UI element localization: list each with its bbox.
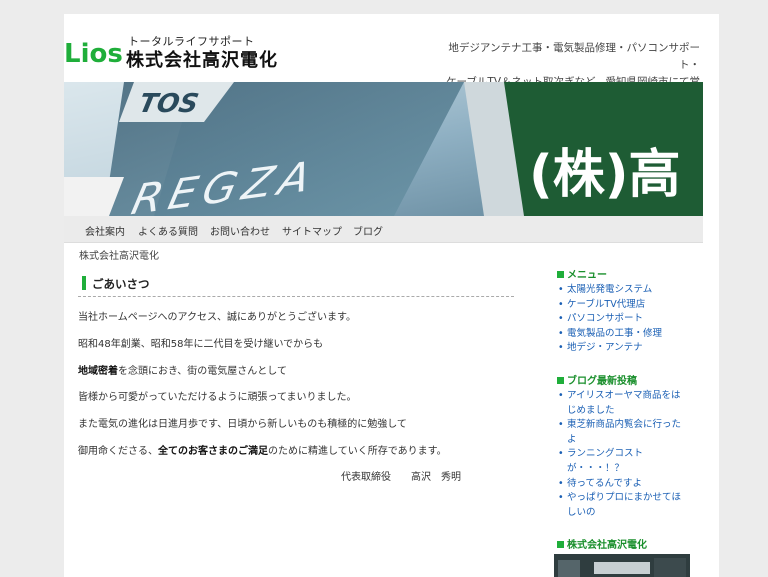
square-bullet-icon	[557, 377, 564, 384]
blog-post-title[interactable]: やっぱりプロにまかせてほ	[567, 492, 681, 503]
sidebar-menu-heading: メニュー	[557, 266, 607, 281]
signature: 代表取締役 高沢 秀明	[341, 472, 461, 483]
paragraph-text: 御用命くださる、	[78, 446, 158, 457]
paragraph-text: のために精進していく所存であります。	[268, 446, 447, 457]
greeting-paragraph-2: 昭和48年創業、昭和58年に二代目を受け継いでからも	[78, 339, 324, 350]
blog-post-title[interactable]: しいの	[567, 507, 596, 518]
blog-post-link[interactable]: ランニングコストが・・・！？	[554, 447, 702, 476]
sidebar-blog-heading: ブログ最新投稿	[557, 372, 637, 387]
lios-logo[interactable]: Lios	[64, 32, 122, 72]
heading-accent-bar	[82, 276, 86, 290]
breadcrumb: 株式会社高沢電化	[79, 251, 159, 262]
blog-post-link[interactable]: 待ってるんですよ	[554, 477, 702, 492]
sidebar-item-cable-tv[interactable]: ケーブルTV代理店	[554, 298, 702, 313]
nav-company-info[interactable]: 会社案内	[85, 223, 125, 238]
sidebar-item-repair[interactable]: 電気製品の工事・修理	[554, 327, 702, 342]
greeting-paragraph-4: 皆様から可愛がっていただけるように頑張ってまいりました。	[78, 392, 357, 403]
nav-blog[interactable]: ブログ	[353, 223, 383, 238]
blog-post-link[interactable]: やっぱりプロにまかせてほしいの	[554, 491, 702, 520]
page-container: Lios トータルライフサポート 株式会社高沢電化 地デジアンテナ工事・電気製品…	[64, 14, 719, 577]
emphasis-text: 地域密着	[78, 366, 118, 377]
greeting-paragraph-6: 御用命くださる、全てのお客さまのご満足のために精進していく所存であります。	[78, 442, 447, 457]
blog-post-title[interactable]: 東芝新商品内覧会に行った	[567, 419, 681, 430]
section-heading: ごあいさつ	[78, 275, 514, 297]
blog-post-link[interactable]: 東芝新商品内覧会に行ったよ	[554, 418, 702, 447]
sidebar-item-pc-support[interactable]: パソコンサポート	[554, 312, 702, 327]
sidebar-menu-list: 太陽光発電システム ケーブルTV代理店 パソコンサポート 電気製品の工事・修理 …	[554, 283, 702, 356]
greeting-paragraph-3: 地域密着を念頭におき、街の電気屋さんとして	[78, 362, 287, 377]
nav-contact[interactable]: お問い合わせ	[210, 223, 270, 238]
sidebar-heading-text: メニュー	[567, 270, 607, 281]
store-photo-thumbnail[interactable]	[554, 554, 690, 577]
sidebar-heading-text: 株式会社高沢電化	[567, 540, 647, 551]
tagline-line-1: 地デジアンテナ工事・電気製品修理・パソコンサポート・	[448, 42, 700, 71]
blog-post-title[interactable]: が・・・！？	[567, 463, 624, 474]
svg-text:(株)高: (株)高	[529, 145, 681, 205]
nav-sitemap[interactable]: サイトマップ	[282, 223, 342, 238]
blog-post-title[interactable]: じめました	[567, 405, 615, 416]
blog-post-title[interactable]: よ	[567, 434, 577, 445]
sidebar-item-antenna[interactable]: 地デジ・アンテナ	[554, 341, 702, 356]
emphasis-text: 全てのお客さまのご満足	[158, 446, 268, 457]
heading-title: ごあいさつ	[92, 277, 150, 291]
sidebar-heading-text: ブログ最新投稿	[567, 376, 637, 387]
nav-faq[interactable]: よくある質問	[138, 223, 198, 238]
store-sign-banner: TOS REGZA (株)高	[64, 82, 703, 216]
greeting-paragraph-5: また電気の進化は日進月歩です、日頃から新しいものも積極的に勉強して	[78, 419, 407, 430]
svg-text:Lios: Lios	[64, 39, 122, 69]
greeting-paragraph-1: 当社ホームページへのアクセス、誠にありがとうございます。	[78, 312, 356, 323]
svg-text:TOS: TOS	[136, 89, 201, 119]
sidebar-blog-list: アイリスオーヤマ商品をはじめました 東芝新商品内覧会に行ったよ ランニングコスト…	[554, 389, 702, 520]
blog-post-title[interactable]: アイリスオーヤマ商品をは	[567, 390, 681, 401]
blog-post-link[interactable]: アイリスオーヤマ商品をはじめました	[554, 389, 702, 418]
blog-post-title[interactable]: ランニングコスト	[567, 448, 643, 459]
sidebar-company-heading: 株式会社高沢電化	[557, 536, 647, 551]
square-bullet-icon	[557, 271, 564, 278]
paragraph-text: を念頭におき、街の電気屋さんとして	[118, 366, 287, 377]
sidebar-item-solar[interactable]: 太陽光発電システム	[554, 283, 702, 298]
square-bullet-icon	[557, 541, 564, 548]
main-nav: 会社案内 よくある質問 お問い合わせ サイトマップ ブログ	[64, 216, 703, 243]
company-name[interactable]: 株式会社高沢電化	[126, 46, 278, 72]
